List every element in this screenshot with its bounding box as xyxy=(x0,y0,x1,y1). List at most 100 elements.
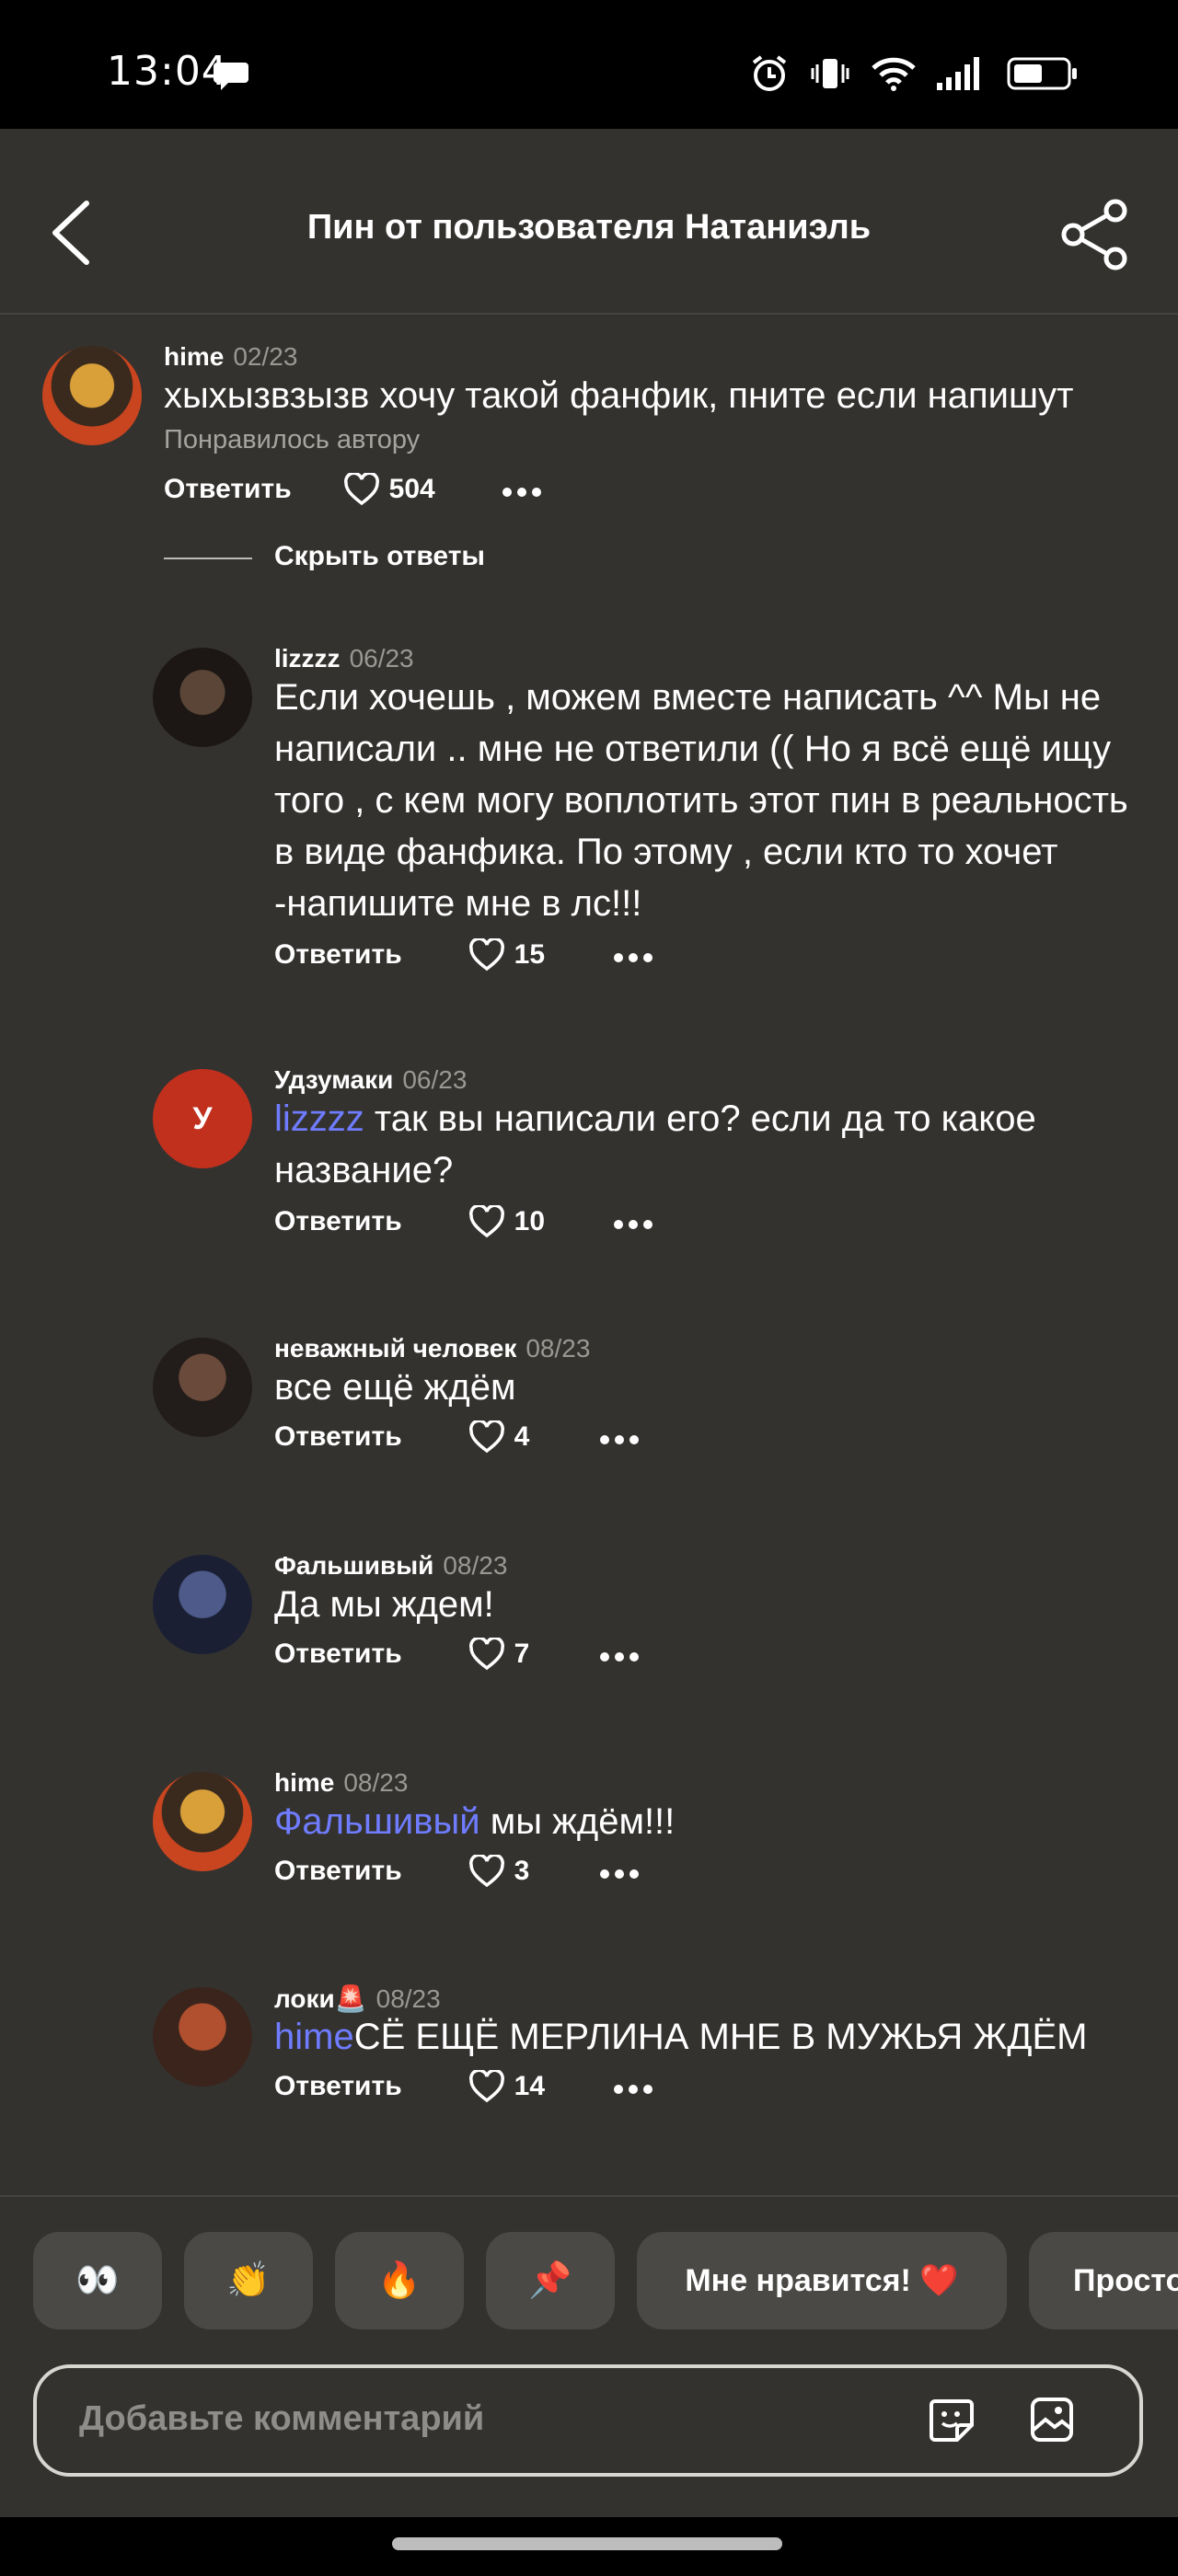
reply-author[interactable]: локи🚨 xyxy=(274,1984,367,2013)
avatar[interactable] xyxy=(153,648,252,747)
mention-link[interactable]: Фальшивый xyxy=(274,1801,480,1842)
avatar[interactable] xyxy=(153,1338,252,1437)
heart-icon xyxy=(468,1855,504,1888)
reaction-eyes[interactable]: 👀 xyxy=(33,2232,162,2329)
reply-date: 08/23 xyxy=(443,1551,508,1580)
comment-input[interactable]: Добавьте комментарий xyxy=(33,2364,1143,2477)
comment-date: 02/23 xyxy=(233,342,298,371)
reply-button[interactable]: Ответить xyxy=(274,1421,402,1453)
like-count: 14 xyxy=(514,2071,546,2101)
battery-icon xyxy=(1007,57,1079,95)
reply-actions: Ответить 7 xyxy=(274,1638,640,1671)
more-button[interactable] xyxy=(599,1639,640,1670)
like-button[interactable]: 15 xyxy=(468,938,545,972)
hide-replies-button[interactable]: Скрыть ответы xyxy=(274,541,485,572)
comment-header: hime 02/23 xyxy=(164,342,297,372)
signal-icon xyxy=(937,57,987,95)
reply-header: lizzzz 06/23 xyxy=(274,644,414,673)
reaction-like-text[interactable]: Мне нравится! ❤️ xyxy=(637,2232,1007,2329)
like-button[interactable]: 504 xyxy=(343,473,435,506)
reply-actions: Ответить 3 xyxy=(274,1855,640,1888)
more-icon xyxy=(600,1435,640,1444)
avatar[interactable] xyxy=(153,1987,252,2087)
reply-author[interactable]: Фальшивый xyxy=(274,1551,433,1580)
reply-author[interactable]: неважный человек xyxy=(274,1334,516,1363)
reply-actions: Ответить 10 xyxy=(274,1205,653,1238)
reply-actions: Ответить 15 xyxy=(274,938,653,972)
reply-header: Фальшивый 08/23 xyxy=(274,1551,507,1581)
home-indicator[interactable] xyxy=(392,2537,782,2550)
like-count: 504 xyxy=(388,474,435,504)
mention-link[interactable]: hime xyxy=(274,2017,354,2057)
image-icon[interactable] xyxy=(1029,2396,1075,2448)
reply-date: 06/23 xyxy=(402,1065,468,1094)
comment-text: хыхызвзызв хочу такой фанфик, пните если… xyxy=(164,375,1074,416)
mention-link[interactable]: lizzzz xyxy=(274,1098,364,1139)
sticker-icon[interactable] xyxy=(928,2396,976,2448)
more-button[interactable] xyxy=(613,1206,653,1237)
like-button[interactable]: 10 xyxy=(468,1205,545,1238)
reply-date: 08/23 xyxy=(375,1984,441,2013)
reaction-clap[interactable]: 👏 xyxy=(184,2232,313,2329)
reply-header: Удзумаки 06/23 xyxy=(274,1065,467,1095)
divider xyxy=(0,2195,1178,2197)
avatar[interactable] xyxy=(42,346,142,445)
like-button[interactable]: 3 xyxy=(468,1855,530,1888)
comment-author[interactable]: hime xyxy=(164,342,224,371)
reaction-pin[interactable]: 📌 xyxy=(486,2232,615,2329)
like-count: 10 xyxy=(514,1206,546,1236)
reply-body: мы ждём!!! xyxy=(479,1801,676,1842)
status-bar: 13:04 xyxy=(0,0,1178,129)
heart-icon xyxy=(468,2070,504,2103)
reply-button[interactable]: Ответить xyxy=(274,939,402,971)
like-button[interactable]: 7 xyxy=(468,1638,530,1671)
reply-button[interactable]: Ответить xyxy=(274,1856,402,1887)
reply-author[interactable]: Удзумаки xyxy=(274,1065,393,1094)
reply-text: Фальшивый мы ждём!!! xyxy=(274,1796,1103,1847)
reply-button[interactable]: Ответить xyxy=(274,1206,402,1237)
like-button[interactable]: 14 xyxy=(468,2070,545,2103)
chat-bubble-icon xyxy=(214,57,252,98)
page-title: Пин от пользователя Натаниэль xyxy=(306,208,872,247)
avatar[interactable] xyxy=(153,1555,252,1654)
divider xyxy=(164,558,252,559)
like-button[interactable]: 4 xyxy=(468,1420,530,1454)
reply-date: 06/23 xyxy=(349,644,414,673)
reply-button[interactable]: Ответить xyxy=(274,2071,402,2102)
reply-author[interactable]: lizzzz xyxy=(274,644,341,673)
more-icon xyxy=(614,1220,653,1229)
like-count: 4 xyxy=(514,1421,530,1452)
liked-by-author-label: Понравилось автору xyxy=(164,425,421,454)
reply-text: lizzzz так вы написали его? если да то к… xyxy=(274,1093,1103,1196)
reply-text: Если хочешь , можем вместе написать ^^ М… xyxy=(274,677,1128,924)
reply-button[interactable]: Ответить xyxy=(164,474,292,505)
more-button[interactable] xyxy=(502,474,542,505)
comment-placeholder: Добавьте комментарий xyxy=(79,2399,485,2438)
more-button[interactable] xyxy=(599,1421,640,1453)
avatar[interactable] xyxy=(153,1772,252,1871)
reply-date: 08/23 xyxy=(525,1334,591,1363)
reaction-simple-text[interactable]: Просто xyxy=(1029,2232,1178,2329)
status-time: 13:04 xyxy=(107,48,228,95)
reply-text: все ещё ждём xyxy=(274,1367,516,1408)
reply-body: СЁ ЕЩЁ МЕРЛИНА МНЕ В МУЖЬЯ ЖДЁМ xyxy=(353,2017,1088,2057)
more-button[interactable] xyxy=(599,1856,640,1887)
vibrate-icon xyxy=(810,53,850,98)
reaction-fire[interactable]: 🔥 xyxy=(335,2232,464,2329)
avatar[interactable]: У xyxy=(153,1069,252,1168)
reply-actions: Ответить 14 xyxy=(274,2070,653,2103)
like-count: 7 xyxy=(514,1639,530,1669)
reply-actions: Ответить 4 xyxy=(274,1420,640,1454)
more-button[interactable] xyxy=(613,2071,653,2102)
heart-icon xyxy=(468,1205,504,1238)
reply-header: неважный человек 08/23 xyxy=(274,1334,590,1363)
heart-icon xyxy=(468,938,504,972)
heart-icon xyxy=(468,1420,504,1454)
wifi-icon xyxy=(871,55,917,97)
reply-body: так вы написали его? если да то какое на… xyxy=(274,1098,1036,1190)
reply-author[interactable]: hime xyxy=(274,1768,334,1797)
reply-button[interactable]: Ответить xyxy=(274,1639,402,1670)
more-button[interactable] xyxy=(613,939,653,971)
reply-text: Да мы ждем! xyxy=(274,1584,494,1625)
like-count: 3 xyxy=(514,1856,530,1886)
